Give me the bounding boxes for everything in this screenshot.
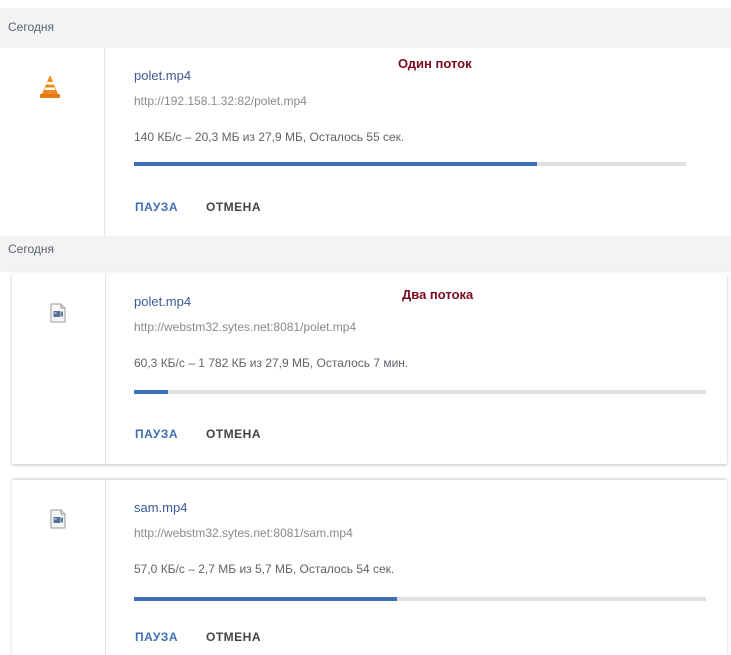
vlc-cone-icon — [40, 75, 60, 98]
progress-bar — [134, 597, 706, 601]
file-icon-column — [0, 48, 105, 236]
file-icon-column — [12, 274, 106, 464]
pause-button[interactable]: ПАУЗА — [135, 200, 178, 214]
video-file-icon — [50, 509, 66, 529]
download-status: 57,0 КБ/с – 2,7 МБ из 5,7 МБ, Осталось 5… — [134, 562, 395, 576]
annotation-one-stream: Один поток — [398, 56, 472, 71]
download-status: 140 КБ/с – 20,3 МБ из 27,9 МБ, Осталось … — [134, 130, 405, 144]
file-icon-column — [12, 480, 106, 655]
file-url[interactable]: http://webstm32.sytes.net:8081/sam.mp4 — [134, 526, 353, 540]
download-status: 60,3 КБ/с – 1 782 КБ из 27,9 МБ, Осталос… — [134, 356, 409, 370]
annotation-two-streams: Два потока — [402, 287, 474, 302]
download-card: polet.mp4 http://192.158.1.32:82/polet.m… — [0, 48, 731, 236]
progress-fill — [134, 597, 398, 601]
date-header-label: Сегодня — [8, 20, 54, 34]
date-header-today: Сегодня — [0, 8, 731, 48]
pause-button[interactable]: ПАУЗА — [135, 427, 178, 441]
file-name-link[interactable]: sam.mp4 — [134, 500, 187, 515]
download-card: sam.mp4 http://webstm32.sytes.net:8081/s… — [12, 480, 727, 655]
progress-fill — [134, 390, 169, 394]
file-name-link[interactable]: polet.mp4 — [134, 294, 191, 309]
download-card: polet.mp4 http://webstm32.sytes.net:8081… — [12, 274, 727, 464]
date-header-today: Сегодня — [0, 236, 731, 272]
file-url[interactable]: http://192.158.1.32:82/polet.mp4 — [134, 94, 307, 108]
pause-button[interactable]: ПАУЗА — [135, 630, 178, 644]
video-file-icon — [50, 303, 66, 323]
date-header-label: Сегодня — [8, 242, 54, 256]
progress-bar — [134, 162, 686, 166]
progress-bar — [134, 390, 706, 394]
cancel-button[interactable]: ОТМЕНА — [206, 427, 261, 441]
cancel-button[interactable]: ОТМЕНА — [206, 630, 261, 644]
file-name-link[interactable]: polet.mp4 — [134, 68, 191, 83]
cancel-button[interactable]: ОТМЕНА — [206, 200, 261, 214]
file-url[interactable]: http://webstm32.sytes.net:8081/polet.mp4 — [134, 320, 356, 334]
progress-fill — [134, 162, 537, 166]
